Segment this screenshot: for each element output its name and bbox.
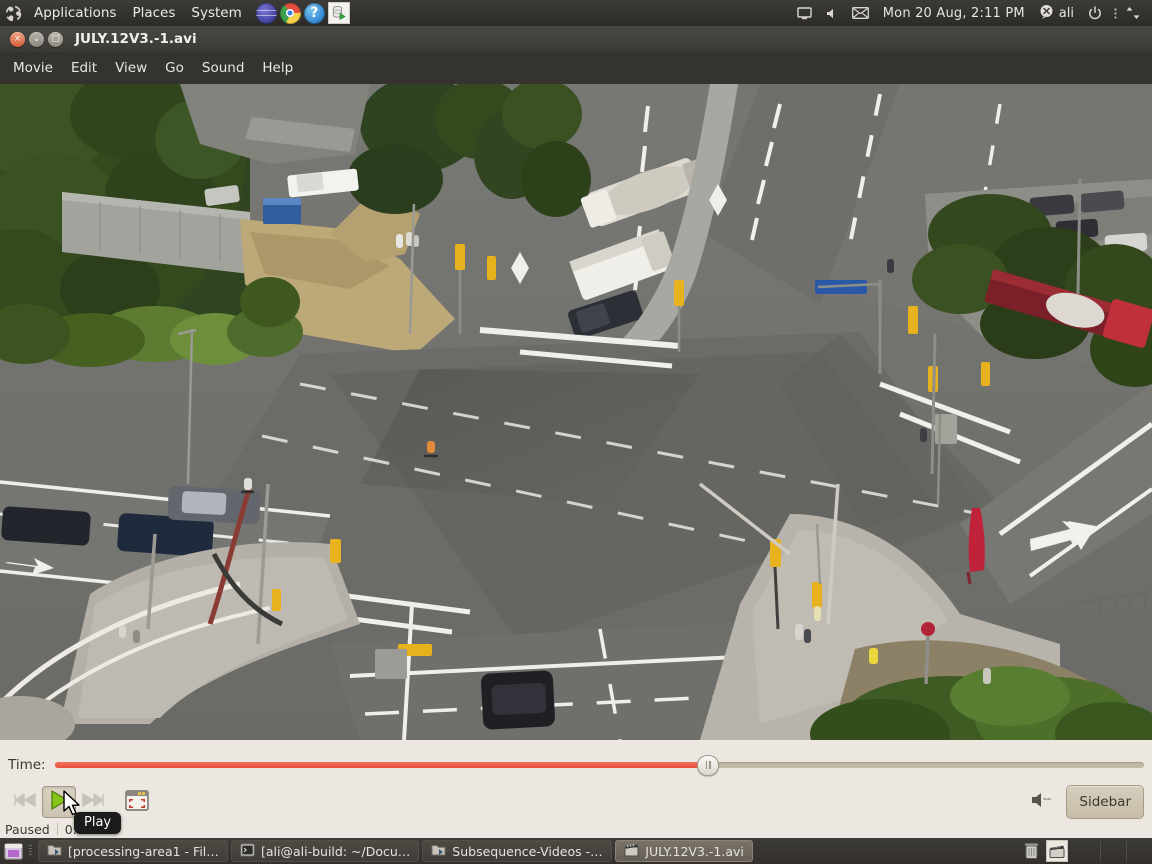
task-terminal[interactable]: [ali@ali-build: ~/Docu…	[231, 840, 420, 862]
system-tray: Mon 20 Aug, 2:11 PM ali	[791, 0, 1152, 26]
time-label: Time:	[8, 757, 46, 773]
workspace-3[interactable]	[1126, 841, 1152, 861]
fullscreen-icon	[125, 789, 149, 815]
task-label: JULY.12V3.-1.avi	[645, 843, 744, 859]
video-display[interactable]	[0, 84, 1152, 740]
file-manager-icon	[431, 843, 446, 860]
panel-launchers: ?	[255, 2, 350, 24]
window-minimize-button[interactable]: ⌄	[29, 31, 44, 47]
minimize-icon: ⌄	[32, 33, 41, 44]
status-bar: Paused 0:0… 0	[0, 820, 1152, 838]
playback-state: Paused	[5, 821, 50, 837]
task-label: Subsequence-Videos - F…	[452, 843, 604, 859]
task-processing-area1[interactable]: [processing-area1 - File…	[38, 840, 228, 862]
menu-view[interactable]: View	[106, 57, 156, 79]
file-manager-icon	[47, 843, 62, 860]
app-menubar: Movie Edit View Go Sound Help	[0, 52, 1152, 84]
menu-system[interactable]: System	[183, 0, 249, 26]
close-icon: ×	[13, 33, 22, 44]
task-movie-player[interactable]: JULY.12V3.-1.avi	[615, 840, 753, 862]
display-icon[interactable]	[791, 0, 818, 26]
window-title: JULY.12V3.-1.avi	[75, 31, 197, 47]
taskbar: [processing-area1 - File… [ali@ali-build…	[0, 838, 1152, 864]
menu-places[interactable]: Places	[124, 0, 183, 26]
task-label: [ali@ali-build: ~/Docu…	[261, 843, 411, 859]
window-titlebar: × ⌄ □ JULY.12V3.-1.avi	[0, 26, 1152, 52]
window-maximize-button[interactable]: □	[48, 31, 63, 47]
mail-envelope-icon[interactable]	[846, 0, 875, 26]
ubuntu-logo-icon[interactable]	[0, 0, 26, 26]
menu-help[interactable]: Help	[253, 57, 302, 79]
time-row: Time:	[0, 754, 1152, 776]
show-desktop-icon[interactable]	[0, 838, 26, 864]
seek-fill	[54, 762, 709, 768]
movie-clapper-icon[interactable]	[1046, 840, 1068, 862]
previous-chapter-button[interactable]	[8, 786, 42, 818]
workspace-1[interactable]	[1074, 841, 1100, 861]
chrome-icon[interactable]	[279, 2, 301, 24]
user-status-icon	[1039, 4, 1054, 23]
top-panel: Applications Places System ? Mon 20 Aug,…	[0, 0, 1152, 26]
task-label: [processing-area1 - File…	[68, 843, 219, 859]
task-subsequence-videos[interactable]: Subsequence-Videos - F…	[422, 840, 613, 862]
taskbar-tray	[1020, 840, 1152, 862]
volume-button[interactable]	[1030, 791, 1054, 813]
maximize-icon: □	[51, 33, 60, 44]
mouse-cursor	[62, 790, 82, 822]
clock[interactable]: Mon 20 Aug, 2:11 PM	[877, 0, 1031, 26]
user-name: ali	[1058, 5, 1074, 21]
seek-handle[interactable]	[697, 754, 720, 776]
window-buttons: × ⌄ □	[10, 31, 63, 47]
help-icon[interactable]: ?	[303, 2, 325, 24]
terminal-icon	[240, 843, 255, 860]
volume-icon[interactable]	[820, 0, 844, 26]
skip-forward-icon	[81, 792, 105, 812]
media-database-icon[interactable]	[327, 2, 350, 24]
sidebar-button[interactable]: Sidebar	[1066, 785, 1144, 819]
transport-buttons: Sidebar	[0, 782, 1152, 822]
firefox-icon[interactable]	[255, 2, 277, 24]
trash-icon[interactable]	[1020, 840, 1042, 862]
window-close-button[interactable]: ×	[10, 31, 25, 47]
workspace-2[interactable]	[1100, 841, 1126, 861]
menu-sound[interactable]: Sound	[193, 57, 254, 79]
desktop-screen: Applications Places System ? Mon 20 Aug,…	[0, 0, 1152, 864]
user-menu[interactable]: ali	[1033, 0, 1080, 26]
power-icon[interactable]	[1082, 0, 1108, 26]
menu-go[interactable]: Go	[156, 57, 193, 79]
seek-slider[interactable]	[54, 754, 1144, 776]
menu-edit[interactable]: Edit	[62, 57, 106, 79]
status-separator	[56, 823, 58, 835]
movie-player-icon	[624, 843, 639, 860]
skip-backward-icon	[13, 792, 37, 812]
network-updown-icon[interactable]	[1123, 0, 1146, 26]
menu-applications[interactable]: Applications	[26, 0, 124, 26]
menu-movie[interactable]: Movie	[4, 57, 62, 79]
fullscreen-button[interactable]	[120, 786, 154, 818]
video-frame	[0, 84, 1152, 740]
menu-dots-icon[interactable]	[1110, 0, 1121, 26]
volume-muted-icon	[1030, 791, 1054, 813]
taskbar-grip[interactable]	[26, 838, 35, 864]
